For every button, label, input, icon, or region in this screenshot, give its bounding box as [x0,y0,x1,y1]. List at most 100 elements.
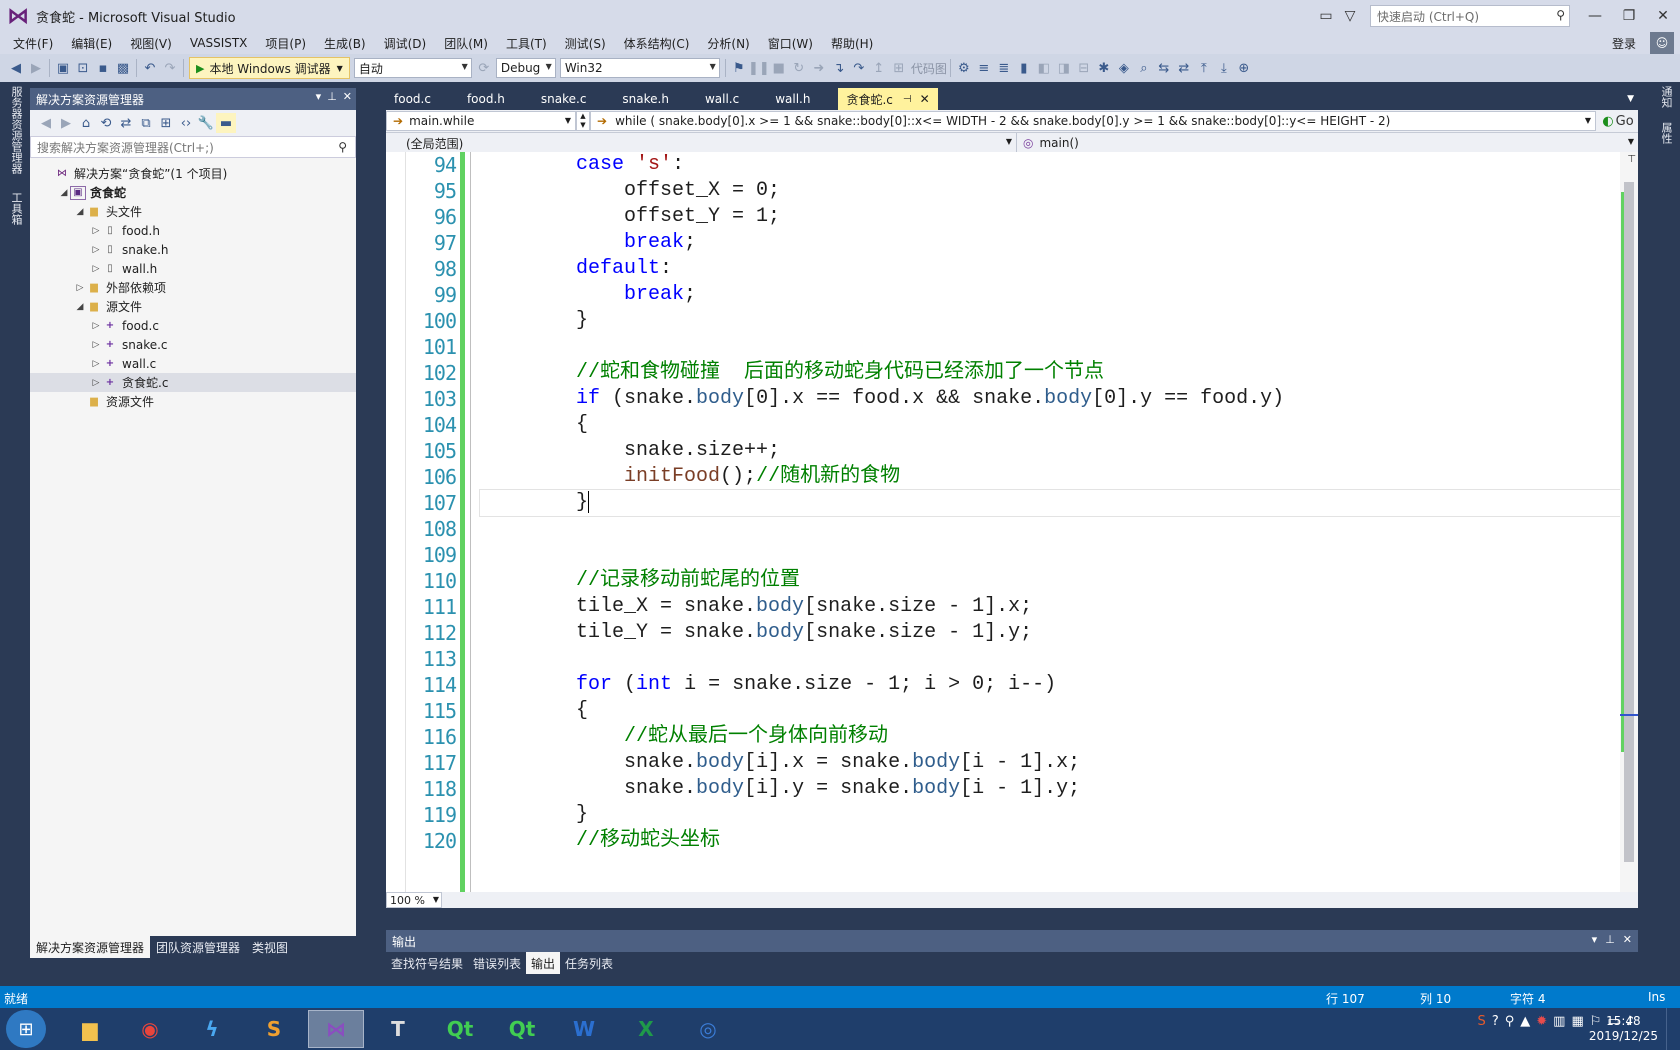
menu-edit[interactable]: 编辑(E) [62,35,121,52]
document-tab[interactable]: food.c [386,88,439,110]
step-into-icon[interactable]: ↴ [829,58,849,78]
menu-vassistx[interactable]: VASSISTX [181,36,257,50]
code-map-icon[interactable]: ⊞ [889,58,909,78]
show-next-statement-icon[interactable]: ➜ [809,58,829,78]
scrollbar-thumb[interactable] [1624,182,1634,862]
back-icon[interactable]: ◀ [36,113,56,133]
pin-icon[interactable]: ⊥ [1605,933,1615,946]
menu-file[interactable]: 文件(F) [4,35,62,52]
step-over-icon[interactable]: ↷ [849,58,869,78]
restore-button[interactable]: ❐ [1612,2,1646,30]
close-icon[interactable]: ✕ [920,92,930,106]
word-icon[interactable]: W [556,1010,612,1048]
toolbox-tab[interactable]: 工具箱 [6,192,24,225]
horizontal-scrollbar[interactable] [442,892,1638,908]
code-line[interactable]: { [480,698,1620,724]
document-tab[interactable]: snake.c [533,88,595,110]
tree-item[interactable]: ◢ ▆ 源文件 [30,297,356,316]
code-line[interactable]: for (int i = snake.size - 1; i > 0; i--) [480,672,1620,698]
go-button[interactable]: ◐ Go [1598,110,1638,132]
tree-item[interactable]: ▷ + food.c [30,316,356,335]
debug-target-combo[interactable]: 自动 ▼ [353,58,472,78]
tab-output[interactable]: 输出 [526,952,561,974]
save-icon[interactable]: ▪ [93,58,113,78]
vertical-scrollbar[interactable] [1620,152,1638,892]
teamviewer-icon[interactable]: ◎ [680,1010,736,1048]
vax-tool-5-icon[interactable]: ⇄ [1174,58,1194,78]
pin-icon[interactable]: ⊥ [327,90,337,103]
expanded-arrow-icon[interactable]: ◢ [74,207,86,217]
scope-right-combo[interactable]: ◎ main() ▼ [1016,133,1638,153]
menu-team[interactable]: 团队(M) [435,35,497,52]
redo-icon[interactable]: ↷ [160,58,180,78]
menu-project[interactable]: 项目(P) [256,35,315,52]
document-tab[interactable]: food.h [459,88,513,110]
properties-tab[interactable]: 属性 [1656,122,1674,144]
vax-tool-8-icon[interactable]: ⊕ [1234,58,1254,78]
code-line[interactable]: { [480,412,1620,438]
menu-help[interactable]: 帮助(H) [822,35,882,52]
scope-left-combo[interactable]: (全局范围) ▼ [386,133,1016,153]
tree-item[interactable]: ▷ + 贪食蛇.c [30,373,356,392]
notifications-tab[interactable]: 通知 [1656,86,1674,108]
preview-icon[interactable]: ▬ [216,113,236,133]
menu-debug[interactable]: 调试(D) [375,35,436,52]
server-explorer-tab[interactable]: 服务器资源管理器 [6,86,24,174]
tree-item[interactable]: ⋈ 解决方案“贪食蛇”(1 个项目) [30,164,356,183]
tree-item[interactable]: ▷ ▯ food.h [30,221,356,240]
stop-icon[interactable]: ■ [769,58,789,78]
collapse-all-icon[interactable]: ⧉ [136,113,156,133]
qt-designer-icon[interactable]: Qt [494,1010,550,1048]
collapsed-arrow-icon[interactable]: ▷ [90,321,102,331]
find-icon[interactable]: ⚑ [729,58,749,78]
code-line[interactable]: offset_Y = 1; [480,204,1620,230]
code-line[interactable]: snake.body[i].y = snake.body[i - 1].y; [480,776,1620,802]
tree-item[interactable]: ▷ ▯ wall.h [30,259,356,278]
vax-tool-1-icon[interactable]: ✱ [1094,58,1114,78]
pin-icon[interactable]: ⊣ [903,94,912,105]
navigate-icon[interactable]: ⚙ [954,58,974,78]
tab-find-symbol-results[interactable]: 查找符号结果 [386,952,468,974]
clock[interactable]: 15:48 2019/12/25 [1589,1014,1658,1044]
qt-creator-icon[interactable]: Qt [432,1010,488,1048]
code-line[interactable]: } [480,802,1620,828]
tab-error-list[interactable]: 错误列表 [468,952,526,974]
code-line[interactable]: tile_X = snake.body[snake.size - 1].x; [480,594,1620,620]
tab-class-view[interactable]: 类视图 [246,936,294,958]
chrome-icon[interactable]: ◉ [122,1010,178,1048]
sync-icon[interactable]: ⟲ [96,113,116,133]
open-file-icon[interactable]: ⊡ [73,58,93,78]
tray-app-icon[interactable]: ⚲ [1505,1014,1515,1029]
comment-icon[interactable]: ≡ [974,58,994,78]
collapsed-arrow-icon[interactable]: ▷ [90,378,102,388]
build-config-combo[interactable]: Debug ▼ [495,58,556,78]
collapsed-arrow-icon[interactable]: ▷ [90,359,102,369]
collapsed-arrow-icon[interactable]: ▷ [74,283,86,293]
tab-task-list[interactable]: 任务列表 [560,952,618,974]
start-button-icon[interactable]: ⊞ [6,1010,46,1048]
tab-overflow-icon[interactable]: ▼ [1627,94,1634,104]
close-icon[interactable]: ✕ [343,90,352,103]
code-line[interactable]: } [479,489,1621,517]
code-line[interactable] [480,516,1620,542]
code-line[interactable]: //蛇从最后一个身体向前移动 [480,724,1620,750]
code-line[interactable]: } [480,308,1620,334]
tree-item[interactable]: ▆ 资源文件 [30,392,356,411]
collapsed-arrow-icon[interactable]: ▷ [90,226,102,236]
refresh-icon[interactable]: ⟳ [474,58,494,78]
show-desktop-button[interactable] [1666,1008,1680,1050]
bookmark-icon[interactable]: ▮ [1014,58,1034,78]
menu-view[interactable]: 视图(V) [121,35,181,52]
show-all-files-icon[interactable]: ⊞ [156,113,176,133]
filter-icon[interactable]: ▽ [1338,4,1362,28]
collapsed-arrow-icon[interactable]: ▷ [90,264,102,274]
code-line[interactable]: case 's': [480,152,1620,178]
sogou-ime-icon[interactable]: S [1478,1014,1486,1029]
document-tab[interactable]: wall.c [697,88,747,110]
code-editor[interactable]: 94 95 96 97 98 99 100 101 102 103 104 105 106 107 108 1… [386,152,1638,892]
collapsed-arrow-icon[interactable]: ▷ [90,340,102,350]
tree-item[interactable]: ▷ ▯ snake.h [30,240,356,259]
code-line[interactable] [480,334,1620,360]
collapsed-arrow-icon[interactable]: ▷ [90,245,102,255]
undo-icon[interactable]: ↶ [140,58,160,78]
